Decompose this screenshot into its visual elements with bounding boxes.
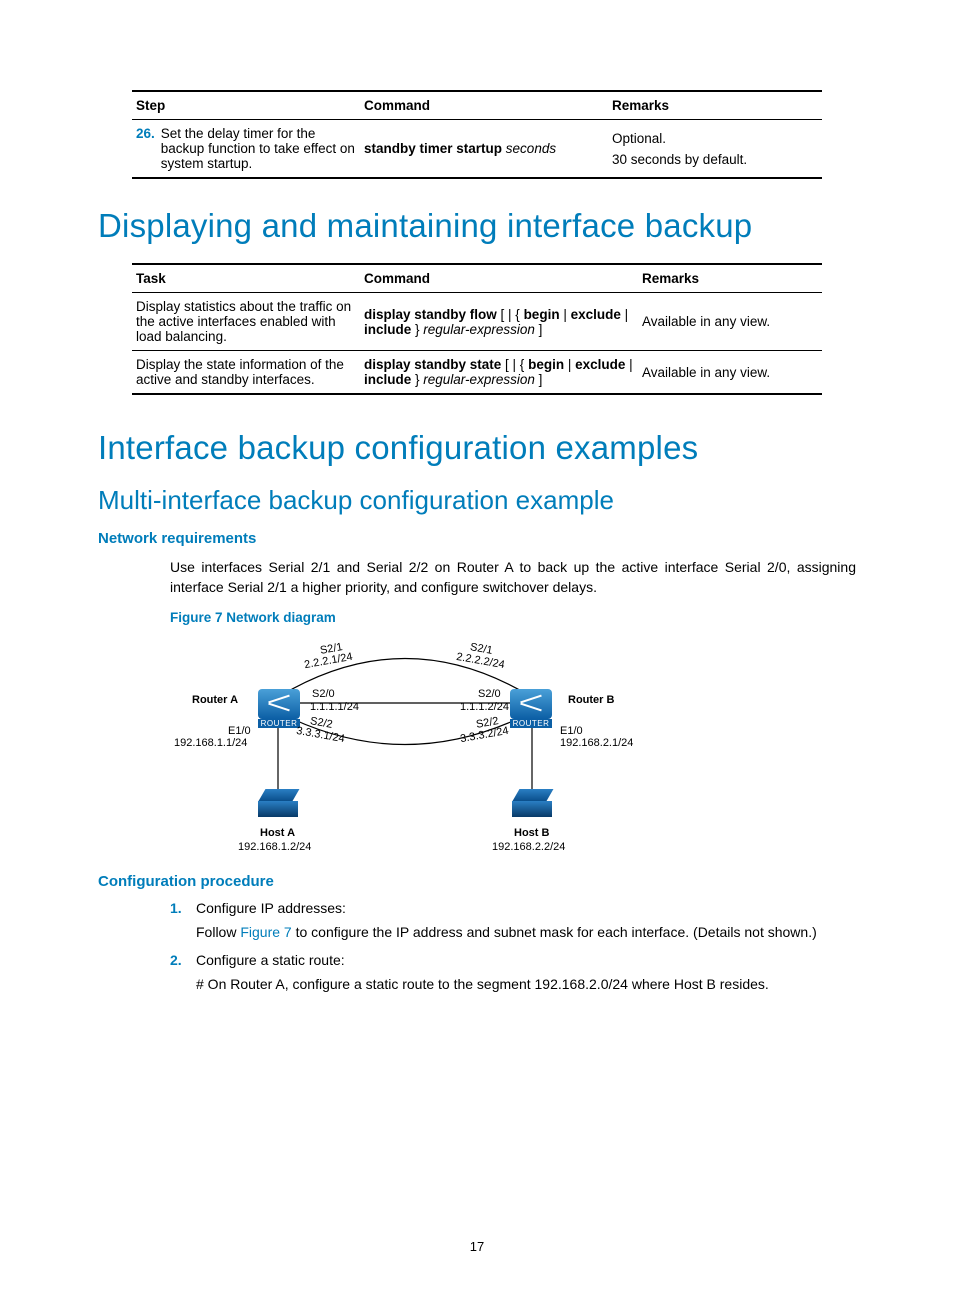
router-b-icon: ROUTER bbox=[510, 689, 552, 719]
network-req-text: Use interfaces Serial 2/1 and Serial 2/2… bbox=[170, 557, 856, 598]
label-host-a: Host A bbox=[260, 827, 295, 839]
th-command2: Command bbox=[360, 264, 638, 293]
list-item: 1.Configure IP addresses: Follow Figure … bbox=[170, 900, 856, 942]
task-table: Task Command Remarks Display statistics … bbox=[132, 263, 822, 395]
th-command: Command bbox=[360, 91, 608, 120]
remarks-cell: Optional. 30 seconds by default. bbox=[608, 120, 822, 179]
host-b-icon bbox=[512, 789, 552, 819]
command-cell: display standby flow [ | { begin | exclu… bbox=[360, 293, 638, 351]
heading-examples: Interface backup configuration examples bbox=[98, 429, 856, 467]
figure-link[interactable]: Figure 7 bbox=[240, 924, 291, 940]
command-cell: display standby state [ | { begin | excl… bbox=[360, 351, 638, 395]
label-router-a: Router A bbox=[192, 694, 238, 706]
label-router-b: Router B bbox=[568, 694, 614, 706]
step-number: 26. bbox=[136, 126, 161, 171]
page-number: 17 bbox=[0, 1239, 954, 1254]
procedure-list: 1.Configure IP addresses: Follow Figure … bbox=[98, 900, 856, 995]
table-row: Display the state information of the act… bbox=[132, 351, 822, 395]
heading-multi: Multi-interface backup configuration exa… bbox=[98, 485, 856, 516]
label-host-b: Host B bbox=[514, 827, 549, 839]
command-cell: standby timer startup seconds bbox=[360, 120, 608, 179]
step-text: Set the delay timer for the backup funct… bbox=[161, 126, 356, 171]
network-diagram: Router A ROUTER Router B ROUTER S2/1 2.2… bbox=[170, 631, 640, 861]
th-remarks2: Remarks bbox=[638, 264, 822, 293]
step-cell: 26. Set the delay timer for the backup f… bbox=[132, 120, 360, 179]
heading-netreq: Network requirements bbox=[98, 530, 856, 547]
th-remarks: Remarks bbox=[608, 91, 822, 120]
host-a-icon bbox=[258, 789, 298, 819]
step-body: # On Router A, configure a static route … bbox=[196, 974, 856, 994]
step-table: Step Command Remarks 26. Set the delay t… bbox=[132, 90, 822, 179]
table-row: Display statistics about the traffic on … bbox=[132, 293, 822, 351]
th-task: Task bbox=[132, 264, 360, 293]
list-item: 2.Configure a static route: # On Router … bbox=[170, 952, 856, 994]
router-a-icon: ROUTER bbox=[258, 689, 300, 719]
step-body: Follow Figure 7 to configure the IP addr… bbox=[196, 922, 856, 942]
th-step: Step bbox=[132, 91, 360, 120]
heading-confproc: Configuration procedure bbox=[98, 873, 856, 890]
figure-caption: Figure 7 Network diagram bbox=[170, 610, 856, 625]
heading-displaying: Displaying and maintaining interface bac… bbox=[98, 207, 856, 245]
